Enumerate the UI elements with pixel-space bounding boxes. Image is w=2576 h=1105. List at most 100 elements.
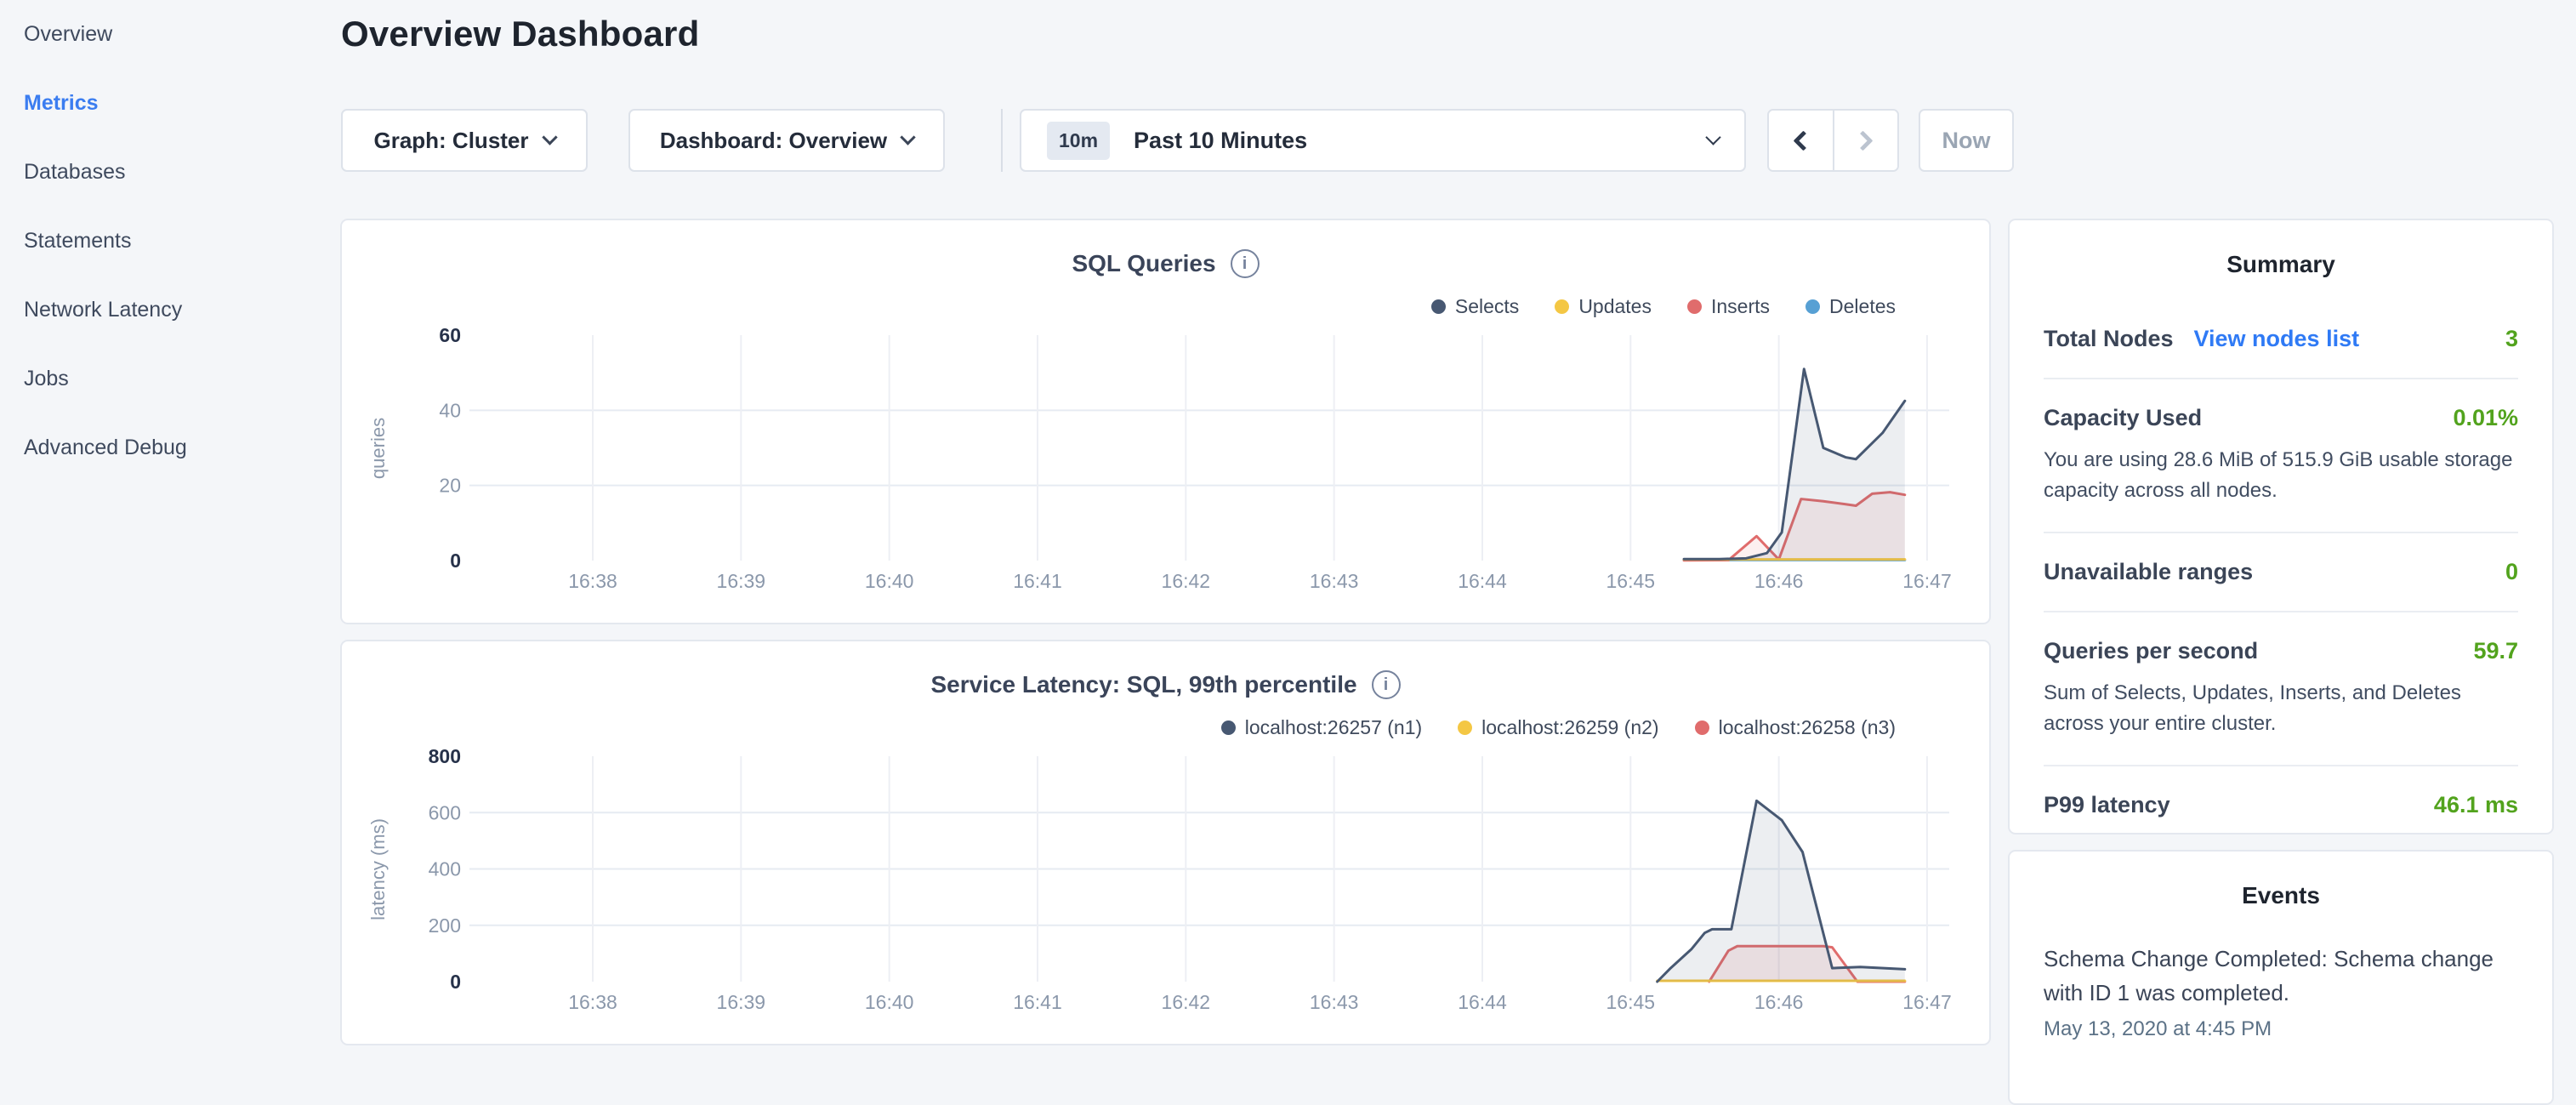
svg-text:16:41: 16:41 (1013, 570, 1062, 592)
svg-text:16:44: 16:44 (1458, 991, 1507, 1013)
chevron-right-icon (1853, 130, 1874, 151)
chevron-left-icon (1793, 130, 1813, 151)
legend-item: Updates (1555, 295, 1652, 318)
summary-value: 46.1 ms (2434, 792, 2518, 818)
divider (2044, 611, 2518, 612)
svg-text:16:46: 16:46 (1754, 991, 1804, 1013)
info-icon[interactable] (1372, 670, 1401, 699)
chevron-down-icon (900, 129, 915, 145)
legend-item: Inserts (1687, 295, 1770, 318)
graph-scope-label: Graph: Cluster (373, 128, 528, 154)
chart-title: SQL Queries (1072, 250, 1215, 277)
svg-text:16:43: 16:43 (1310, 570, 1359, 592)
legend-label: localhost:26257 (n1) (1245, 716, 1422, 739)
summary-row-unavailable-ranges: Unavailable ranges 0 (2044, 559, 2518, 585)
svg-text:20: 20 (439, 475, 461, 497)
dashboard-dropdown[interactable]: Dashboard: Overview (628, 109, 945, 172)
divider (2044, 378, 2518, 379)
summary-value: 59.7 (2473, 638, 2518, 664)
svg-text:16:45: 16:45 (1606, 570, 1656, 592)
legend-item: localhost:26258 (n3) (1695, 716, 1896, 739)
sidebar-item-statements[interactable]: Statements (0, 207, 340, 276)
sidebar-item-network-latency[interactable]: Network Latency (0, 276, 340, 345)
legend-item: localhost:26257 (n1) (1221, 716, 1422, 739)
page-title: Overview Dashboard (341, 14, 699, 54)
legend-label: Inserts (1711, 295, 1770, 318)
svg-text:40: 40 (439, 399, 461, 421)
sidebar-item-overview[interactable]: Overview (0, 0, 340, 69)
legend-label: localhost:26258 (n3) (1719, 716, 1896, 739)
view-nodes-list-link[interactable]: View nodes list (2194, 326, 2360, 352)
time-range-dropdown[interactable]: 10m Past 10 Minutes (1020, 109, 1746, 172)
svg-text:16:40: 16:40 (865, 570, 914, 592)
sidebar-item-metrics[interactable]: Metrics (0, 69, 340, 138)
legend-label: Deletes (1829, 295, 1896, 318)
svg-text:800: 800 (429, 745, 461, 767)
divider (2044, 765, 2518, 766)
summary-value: 0.01% (2453, 405, 2518, 431)
svg-text:16:44: 16:44 (1458, 570, 1507, 592)
summary-label: Capacity Used (2044, 405, 2202, 431)
time-back-button[interactable] (1769, 111, 1833, 170)
events-title: Events (2010, 852, 2552, 909)
svg-text:16:41: 16:41 (1013, 991, 1062, 1013)
legend-dot-icon (1805, 299, 1820, 314)
time-forward-button[interactable] (1833, 111, 1898, 170)
chevron-down-icon (542, 129, 557, 145)
svg-text:queries: queries (367, 418, 389, 479)
legend-dot-icon (1687, 299, 1702, 314)
sidebar-item-databases[interactable]: Databases (0, 138, 340, 207)
svg-text:16:42: 16:42 (1162, 991, 1211, 1013)
legend-dot-icon (1695, 721, 1709, 735)
svg-text:16:39: 16:39 (717, 570, 766, 592)
svg-text:16:38: 16:38 (568, 991, 617, 1013)
svg-text:16:47: 16:47 (1902, 570, 1952, 592)
legend-item: Deletes (1805, 295, 1896, 318)
legend-label: Selects (1455, 295, 1519, 318)
controls-divider (1001, 109, 1003, 172)
info-icon[interactable] (1231, 249, 1260, 278)
summary-row-queries-per-second: Queries per second 59.7 (2044, 638, 2518, 664)
svg-text:16:43: 16:43 (1310, 991, 1359, 1013)
svg-text:latency (ms): latency (ms) (367, 818, 389, 920)
sidebar: Overview Metrics Databases Statements Ne… (0, 0, 340, 482)
summary-description: You are using 28.6 MiB of 515.9 GiB usab… (2044, 445, 2518, 506)
legend-dot-icon (1458, 721, 1472, 735)
divider (2044, 532, 2518, 533)
legend-label: localhost:26259 (n2) (1481, 716, 1658, 739)
dashboard-controls: Graph: Cluster Dashboard: Overview 10m P… (341, 109, 2014, 172)
dashboard-label: Dashboard: Overview (660, 128, 887, 154)
svg-text:16:39: 16:39 (717, 991, 766, 1013)
summary-description: Sum of Selects, Updates, Inserts, and De… (2044, 678, 2518, 739)
chevron-down-icon (1705, 129, 1720, 145)
svg-text:400: 400 (429, 858, 461, 880)
legend-label: Updates (1578, 295, 1652, 318)
chart-title: Service Latency: SQL, 99th percentile (930, 671, 1356, 698)
service-latency-card: Service Latency: SQL, 99th percentile lo… (340, 640, 1991, 1045)
now-button[interactable]: Now (1919, 109, 2014, 172)
legend-item: localhost:26259 (n2) (1458, 716, 1658, 739)
events-panel: Events Schema Change Completed: Schema c… (2008, 850, 2554, 1105)
svg-text:16:45: 16:45 (1606, 991, 1656, 1013)
time-range-badge: 10m (1047, 122, 1110, 160)
legend-dot-icon (1431, 299, 1446, 314)
chart-header: SQL Queries (342, 249, 1989, 278)
sidebar-item-jobs[interactable]: Jobs (0, 345, 340, 413)
svg-text:16:42: 16:42 (1162, 570, 1211, 592)
summary-value: 0 (2505, 559, 2518, 585)
svg-text:60: 60 (439, 324, 461, 346)
sql-queries-chart[interactable]: 020406016:3816:3916:4016:4116:4216:4316:… (342, 322, 1993, 626)
summary-panel: Summary Total Nodes View nodes list 3 Ca… (2008, 219, 2554, 834)
summary-label: P99 latency (2044, 792, 2170, 818)
svg-text:16:47: 16:47 (1902, 991, 1952, 1013)
chart-legend: Selects Updates Inserts Deletes (1431, 295, 1896, 318)
svg-text:200: 200 (429, 914, 461, 937)
sidebar-item-advanced-debug[interactable]: Advanced Debug (0, 413, 340, 482)
service-latency-chart[interactable]: 020040060080016:3816:3916:4016:4116:4216… (342, 743, 1993, 1047)
chart-legend: localhost:26257 (n1) localhost:26259 (n2)… (1221, 716, 1896, 739)
svg-text:16:40: 16:40 (865, 991, 914, 1013)
graph-scope-dropdown[interactable]: Graph: Cluster (341, 109, 588, 172)
svg-text:16:46: 16:46 (1754, 570, 1804, 592)
legend-item: Selects (1431, 295, 1519, 318)
event-timestamp: May 13, 2020 at 4:45 PM (2044, 1017, 2518, 1041)
